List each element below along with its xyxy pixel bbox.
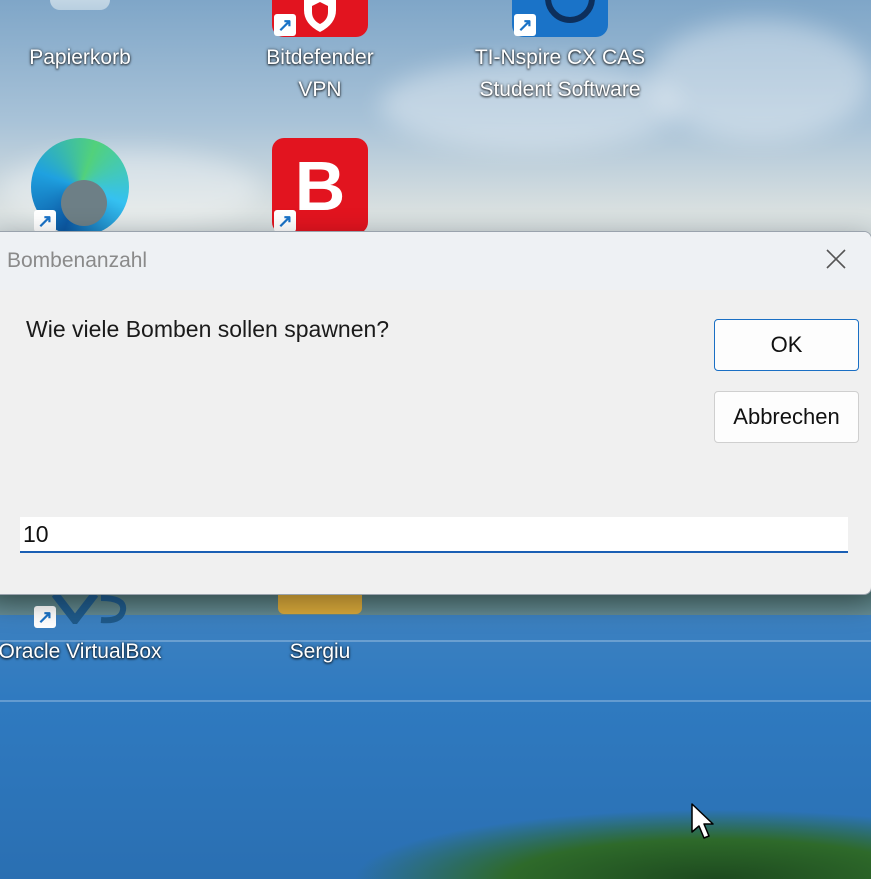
mouse-pointer-icon — [690, 802, 716, 847]
shortcut-arrow-icon: ↗ — [34, 606, 56, 628]
desktop-icon-label-line2: Student Software — [479, 78, 641, 101]
bomb-count-input[interactable] — [20, 517, 848, 553]
shortcut-arrow-icon: ↗ — [274, 14, 296, 36]
desktop-icon-label: Bitdefender VPN — [266, 46, 374, 101]
desktop-icon-recycle-bin[interactable]: Papierkorb — [5, 0, 155, 80]
ok-button[interactable]: OK — [714, 319, 859, 371]
virtualbox-icon — [45, 590, 130, 627]
desktop-icon-edge[interactable]: ↗ — [5, 138, 155, 238]
recycle-bin-icon — [50, 0, 110, 10]
desktop-icon-label: Oracle VirtualBox — [0, 640, 162, 663]
dialog-titlebar[interactable]: Bombenanzahl — [0, 232, 871, 290]
close-icon — [825, 248, 847, 275]
desktop-icon-bitdefender[interactable]: B ↗ — [245, 138, 395, 238]
shortcut-arrow-icon: ↗ — [274, 210, 296, 232]
dialog-title: Bombenanzahl — [7, 249, 148, 272]
desktop-icon-ti-nspire[interactable]: ↗ TI-Nspire CX CAS Student Software — [475, 0, 645, 110]
desktop-icon-virtualbox[interactable]: ↗ Oracle VirtualBox — [0, 590, 162, 680]
desktop-icon-bitdefender-vpn[interactable]: ↗ Bitdefender VPN — [245, 0, 395, 101]
shortcut-arrow-icon: ↗ — [514, 14, 536, 36]
desktop-icon-label: Papierkorb — [29, 46, 131, 69]
cancel-button[interactable]: Abbrechen — [714, 391, 859, 443]
desktop-icon-label: Sergiu — [289, 640, 351, 663]
input-dialog: Bombenanzahl Wie viele Bomben sollen spa… — [0, 231, 871, 595]
desktop-icon-label-line1: TI-Nspire CX CAS — [474, 46, 646, 69]
close-button[interactable] — [801, 232, 871, 290]
desktop-icon-folder-sergiu[interactable]: Sergiu — [245, 590, 395, 680]
shortcut-arrow-icon: ↗ — [34, 210, 56, 232]
dialog-prompt: Wie viele Bomben sollen spawnen? — [26, 316, 390, 342]
